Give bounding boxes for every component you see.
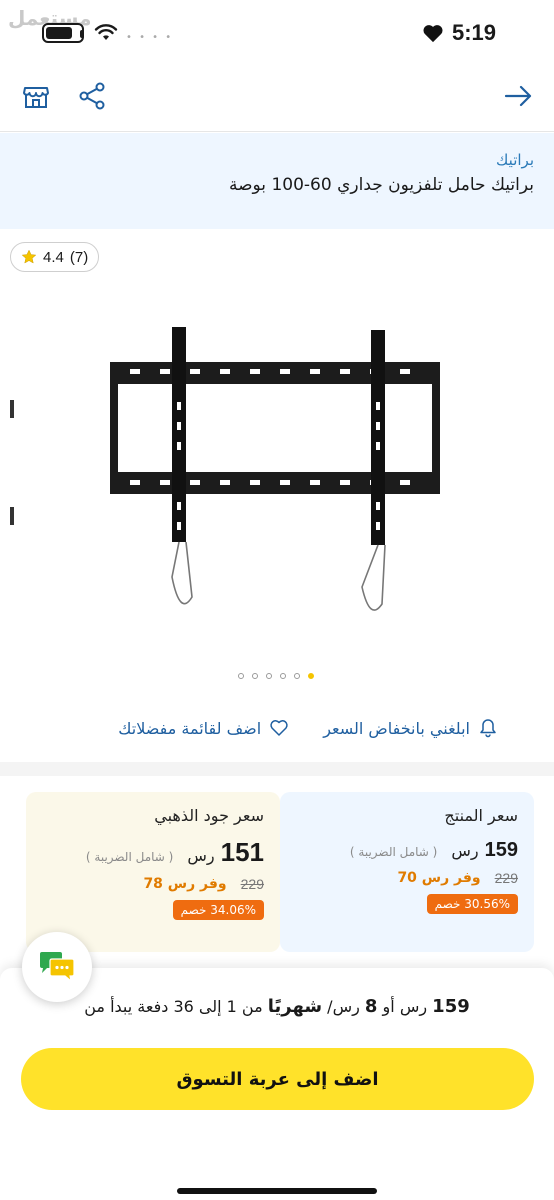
wishlist-label: اضف لقائمة مفضلاتك [118,718,262,738]
rating-badge[interactable]: 4.4 (7) [10,242,100,272]
carousel-dot[interactable] [280,673,286,679]
section-divider [0,762,554,776]
regular-price-card[interactable]: سعر المنتج 159 رس ( شامل الضريبة ) 229 و… [280,792,534,952]
wishlist-link[interactable]: اضف لقائمة مفضلاتك [118,718,289,738]
installment-text: 159 رس أو 8 رس/ شهريًا من 1 إلى 36 دفعة … [84,996,470,1017]
back-arrow-icon[interactable] [502,80,534,112]
regular-price-currency: رس [451,841,479,860]
regular-save-text: وفر رس 70 [397,870,481,886]
gold-discount-badge: 34.06% خصم [172,900,264,920]
wifi-icon [94,24,118,40]
status-time: 5:19 [451,20,496,45]
carousel-dot[interactable] [238,673,244,679]
battery-level [46,27,72,39]
add-to-cart-button[interactable]: اضف إلى عربة التسوق [21,1048,534,1110]
carousel-dot[interactable] [294,673,300,679]
gold-price-title: سعر جود الذهبي [154,806,264,825]
bell-icon [480,719,496,738]
status-bar: مستعمل • • • • 5:19 [0,0,554,62]
regular-old-price: 229 [494,870,518,886]
carousel-dot[interactable] [266,673,272,679]
installment-monthly-amount: 8 [364,996,378,1017]
installment-amount: 159 [432,996,470,1017]
share-icon[interactable] [76,80,108,112]
chat-button[interactable] [22,932,92,1002]
price-alert-label: ابلغني بانخفاض السعر [323,718,470,738]
gold-price-value: 151 [220,837,264,867]
rating-value: 4.4 [43,248,64,266]
signal-icon: • • • • [126,32,174,43]
regular-price-value: 159 [484,839,518,861]
nav-bar [0,62,554,132]
home-indicator [177,1188,377,1194]
gold-price-card[interactable]: سعر جود الذهبي 151 رس ( شامل الضريبة ) 2… [26,792,280,952]
store-icon[interactable] [20,80,52,112]
gold-old-price: 229 [240,876,264,892]
brand-link[interactable]: براتيك [20,151,534,169]
star-icon [21,249,37,264]
regular-discount-badge: 30.56% خصم [426,894,518,914]
tv-mount-image [110,327,440,611]
bottom-sheet: 159 رس أو 8 رس/ شهريًا من 1 إلى 36 دفعة … [0,968,554,1200]
regular-tax-note: ( شامل الضريبة ) [349,845,438,859]
review-count: (7) [69,248,89,266]
gold-save-text: وفر رس 78 [143,876,227,892]
chat-icon [40,952,75,983]
gold-tax-note: ( شامل الضريبة ) [85,850,174,864]
gold-price-currency: رس [187,846,215,865]
heart-outline-icon [270,720,288,736]
battery-icon [42,23,84,43]
product-gallery[interactable]: 4.4 (7) [10,237,543,692]
carousel-dots[interactable] [238,673,314,679]
heart-icon [423,25,443,43]
carousel-dot[interactable] [252,673,258,679]
price-alert-link[interactable]: ابلغني بانخفاض السعر [323,718,498,738]
product-header: براتيك براتيك حامل تلفزيون جداري 60-100 … [0,133,554,229]
product-title: براتيك حامل تلفزيون جداري 60-100 بوصة [228,175,534,195]
regular-price-title: سعر المنتج [444,806,518,825]
carousel-dot-active[interactable] [308,673,314,679]
product-actions: ابلغني بانخفاض السعر اضف لقائمة مفضلاتك [0,710,554,746]
